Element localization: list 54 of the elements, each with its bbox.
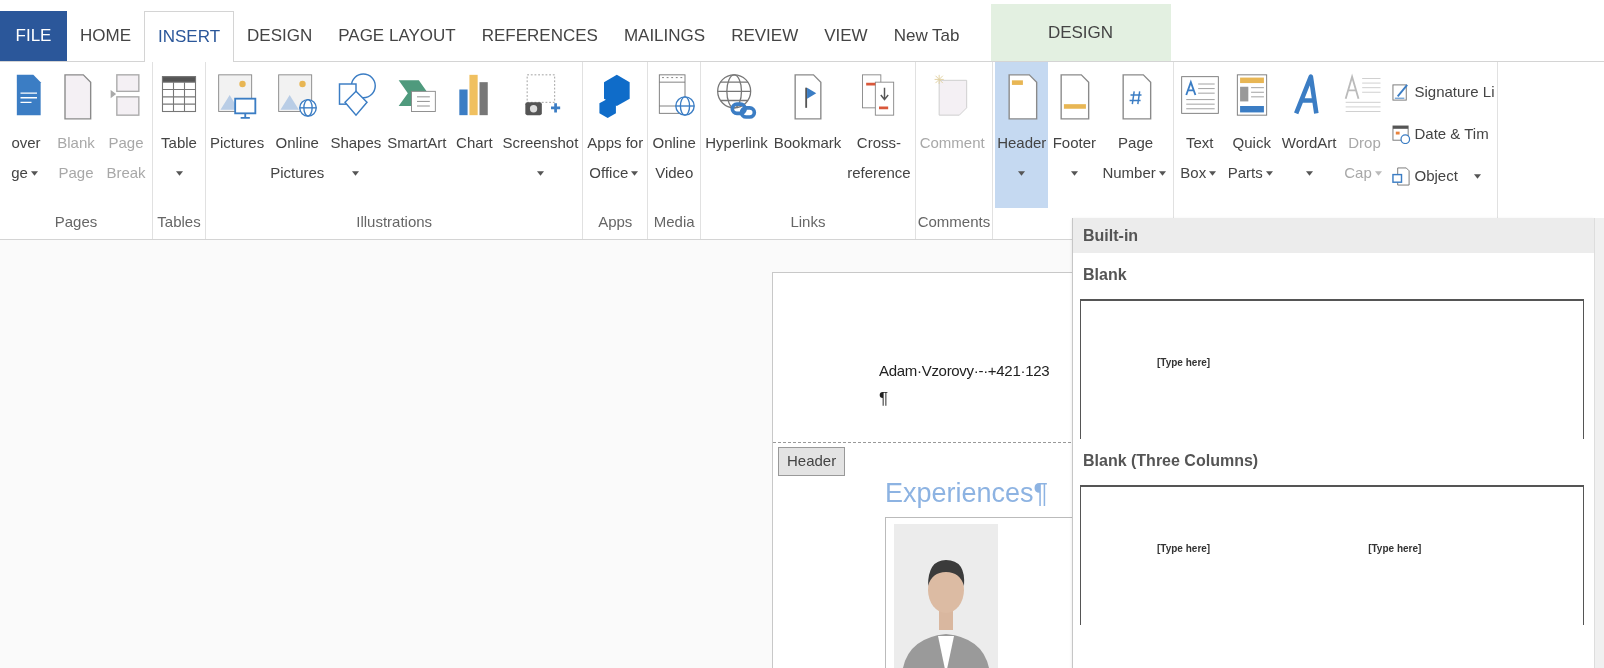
ribbon-button[interactable]: Bookmark	[771, 62, 844, 208]
ribbon-tab[interactable]: DESIGN	[234, 11, 326, 61]
section-heading: Experiences¶	[885, 477, 1049, 510]
gallery-section-title: Blank (Three Columns)	[1082, 451, 1260, 471]
ribbon-tab[interactable]: HOME	[67, 11, 144, 61]
group-label: Illustrations	[355, 212, 434, 232]
ribbon-button[interactable]: Footer	[1050, 62, 1099, 208]
gallery-category: Built-in	[1073, 218, 1594, 253]
header-tag: Header	[778, 447, 846, 476]
ribbon-button[interactable]: Online Video	[650, 62, 699, 208]
ribbon-tab[interactable]: REVIEW	[718, 11, 812, 61]
calendar-clock-icon	[1392, 124, 1412, 144]
ribbon-tab[interactable]: FILE	[0, 11, 67, 61]
header-text: Adam·Vzorovy·-·+421·123	[879, 361, 1050, 381]
ribbon-small-button[interactable]: Date & Tim	[1392, 116, 1495, 152]
ribbon-button[interactable]: Apps for Office	[585, 62, 646, 208]
ribbon-button[interactable]: Table	[155, 62, 203, 208]
group-label: Media	[652, 212, 696, 232]
group-label: Apps	[597, 212, 634, 232]
ribbon-button[interactable]: SmartArt	[385, 62, 449, 208]
placeholder-text: [Type here]	[1157, 542, 1211, 556]
ribbon-button[interactable]: Cross- reference	[845, 62, 913, 208]
ribbon-tab[interactable]: INSERT	[144, 11, 235, 62]
ribbon-button[interactable]: Header	[995, 62, 1049, 208]
ribbon-tab[interactable]: DESIGN	[990, 4, 1171, 61]
group-label: Comments	[917, 212, 991, 232]
ribbon-tab[interactable]: REFERENCES	[468, 11, 611, 61]
ribbon-button[interactable]: Screenshot	[500, 62, 581, 208]
group-label: Pages	[53, 212, 99, 232]
ribbon-button[interactable]: Shapes	[328, 62, 384, 208]
ribbon-button[interactable]: Quick Parts	[1225, 62, 1278, 208]
header-preview[interactable]: [Type here]	[1080, 299, 1584, 439]
ribbon-button[interactable]: Hyperlink	[703, 62, 770, 208]
ribbon-small-button[interactable]: Object	[1392, 158, 1495, 194]
placeholder-text: [Type here]	[1157, 356, 1211, 370]
ribbon-button[interactable]: over ge	[2, 62, 50, 208]
ribbon-button[interactable]: Pictures	[208, 62, 267, 208]
header-preview[interactable]: [Type here] [Type here]	[1080, 485, 1584, 625]
ribbon-button[interactable]: Page Number	[1100, 62, 1171, 208]
ribbon-tab[interactable]: PAGE LAYOUT	[325, 11, 469, 61]
group-label: Links	[789, 212, 827, 232]
ribbon-button[interactable]: WordArt	[1279, 62, 1339, 208]
placeholder-text: [Type here]	[1368, 542, 1422, 556]
object-icon	[1392, 166, 1412, 186]
ribbon-tab[interactable]: VIEW	[811, 11, 881, 61]
paragraph-mark: ¶	[879, 388, 889, 410]
ribbon-button[interactable]: Online Pictures	[268, 62, 327, 208]
ribbon-tab[interactable]: New Tab	[880, 11, 973, 61]
ribbon-tab[interactable]: MAILINGS	[610, 11, 719, 61]
ribbon-button[interactable]: Text Box	[1175, 62, 1224, 208]
ribbon-small-button[interactable]: Signature Li	[1392, 74, 1495, 110]
gallery-section-title: Blank	[1082, 265, 1128, 285]
group-label: Tables	[156, 212, 202, 232]
ribbon-button[interactable]: Chart	[450, 62, 499, 208]
